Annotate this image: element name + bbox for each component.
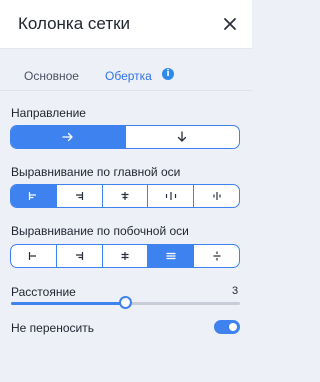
spacing-value: 3 (232, 285, 239, 297)
info-icon[interactable]: i (162, 68, 174, 80)
align-end-icon (76, 252, 84, 260)
spacing-slider-fill (11, 302, 126, 305)
justify-start-icon (29, 192, 37, 200)
arrow-right-icon (62, 132, 73, 142)
direction-row-button[interactable] (11, 126, 125, 148)
direction-segmented-control (10, 125, 240, 149)
direction-label: Направление (11, 106, 86, 120)
align-center-icon (121, 252, 129, 260)
tab-basic[interactable]: Основное (24, 69, 79, 83)
tab-bar: Основное Обертка i (0, 56, 252, 90)
main-axis-label: Выравнивание по главной оси (11, 165, 181, 179)
nowrap-toggle[interactable] (214, 320, 240, 334)
tab-wrapper[interactable]: Обертка (105, 69, 152, 83)
direction-column-button[interactable] (124, 126, 240, 148)
align-baseline-button[interactable] (193, 245, 239, 267)
justify-space-between-icon (165, 192, 176, 200)
justify-end-button[interactable] (55, 185, 102, 207)
justify-center-icon (121, 192, 129, 200)
justify-center-button[interactable] (101, 185, 148, 207)
justify-space-between-button[interactable] (147, 185, 193, 207)
main-axis-segmented-control (10, 184, 240, 208)
justify-end-icon (76, 192, 84, 200)
nowrap-toggle-knob (229, 323, 237, 331)
align-center-button[interactable] (101, 245, 148, 267)
align-end-button[interactable] (55, 245, 102, 267)
align-baseline-icon (213, 251, 221, 261)
cross-axis-segmented-control (10, 244, 240, 268)
arrow-down-icon (178, 131, 187, 142)
justify-space-around-icon (212, 192, 221, 200)
align-stretch-icon (166, 252, 176, 260)
spacing-slider[interactable] (11, 296, 240, 309)
close-icon[interactable] (221, 15, 239, 33)
justify-space-around-button[interactable] (193, 185, 239, 207)
spacing-slider-handle[interactable] (118, 296, 132, 309)
spacing-label: Расстояние (11, 285, 76, 299)
justify-start-button[interactable] (11, 185, 56, 207)
panel-title: Колонка сетки (18, 14, 131, 33)
align-stretch-button[interactable] (147, 245, 194, 267)
tab-divider (0, 90, 252, 91)
panel-header: Колонка сетки (0, 0, 252, 49)
nowrap-label: Не переносить (11, 321, 94, 335)
align-start-button[interactable] (11, 245, 56, 267)
cross-axis-label: Выравнивание по побочной оси (11, 224, 189, 238)
align-start-icon (29, 252, 37, 260)
